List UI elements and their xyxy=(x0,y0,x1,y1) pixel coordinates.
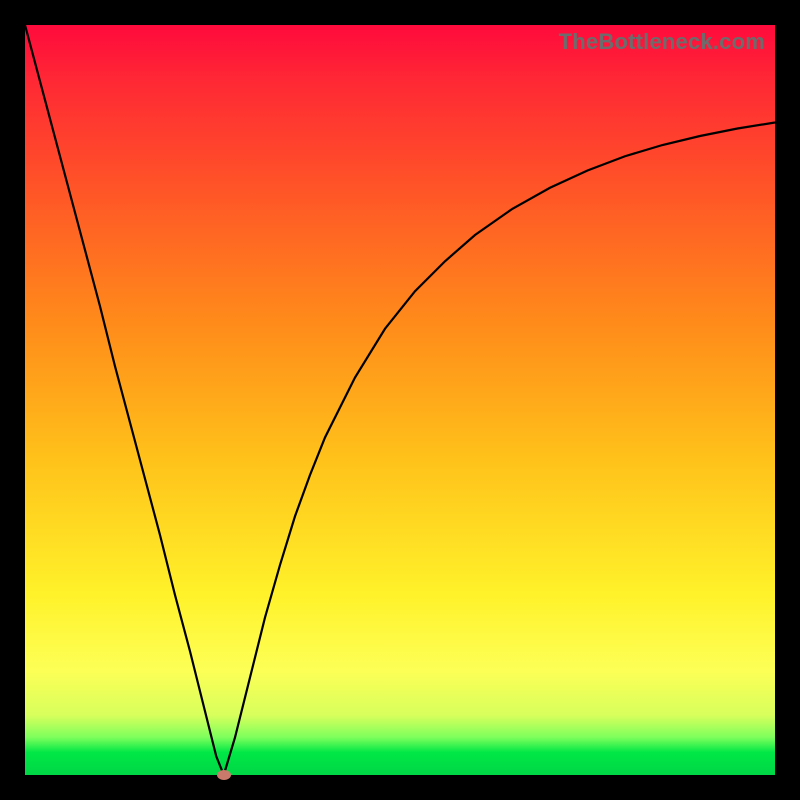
bottleneck-curve xyxy=(25,25,775,775)
chart-frame: TheBottleneck.com xyxy=(0,0,800,800)
optimal-point-marker xyxy=(217,770,231,780)
plot-area: TheBottleneck.com xyxy=(25,25,775,775)
curve-layer xyxy=(25,25,775,775)
